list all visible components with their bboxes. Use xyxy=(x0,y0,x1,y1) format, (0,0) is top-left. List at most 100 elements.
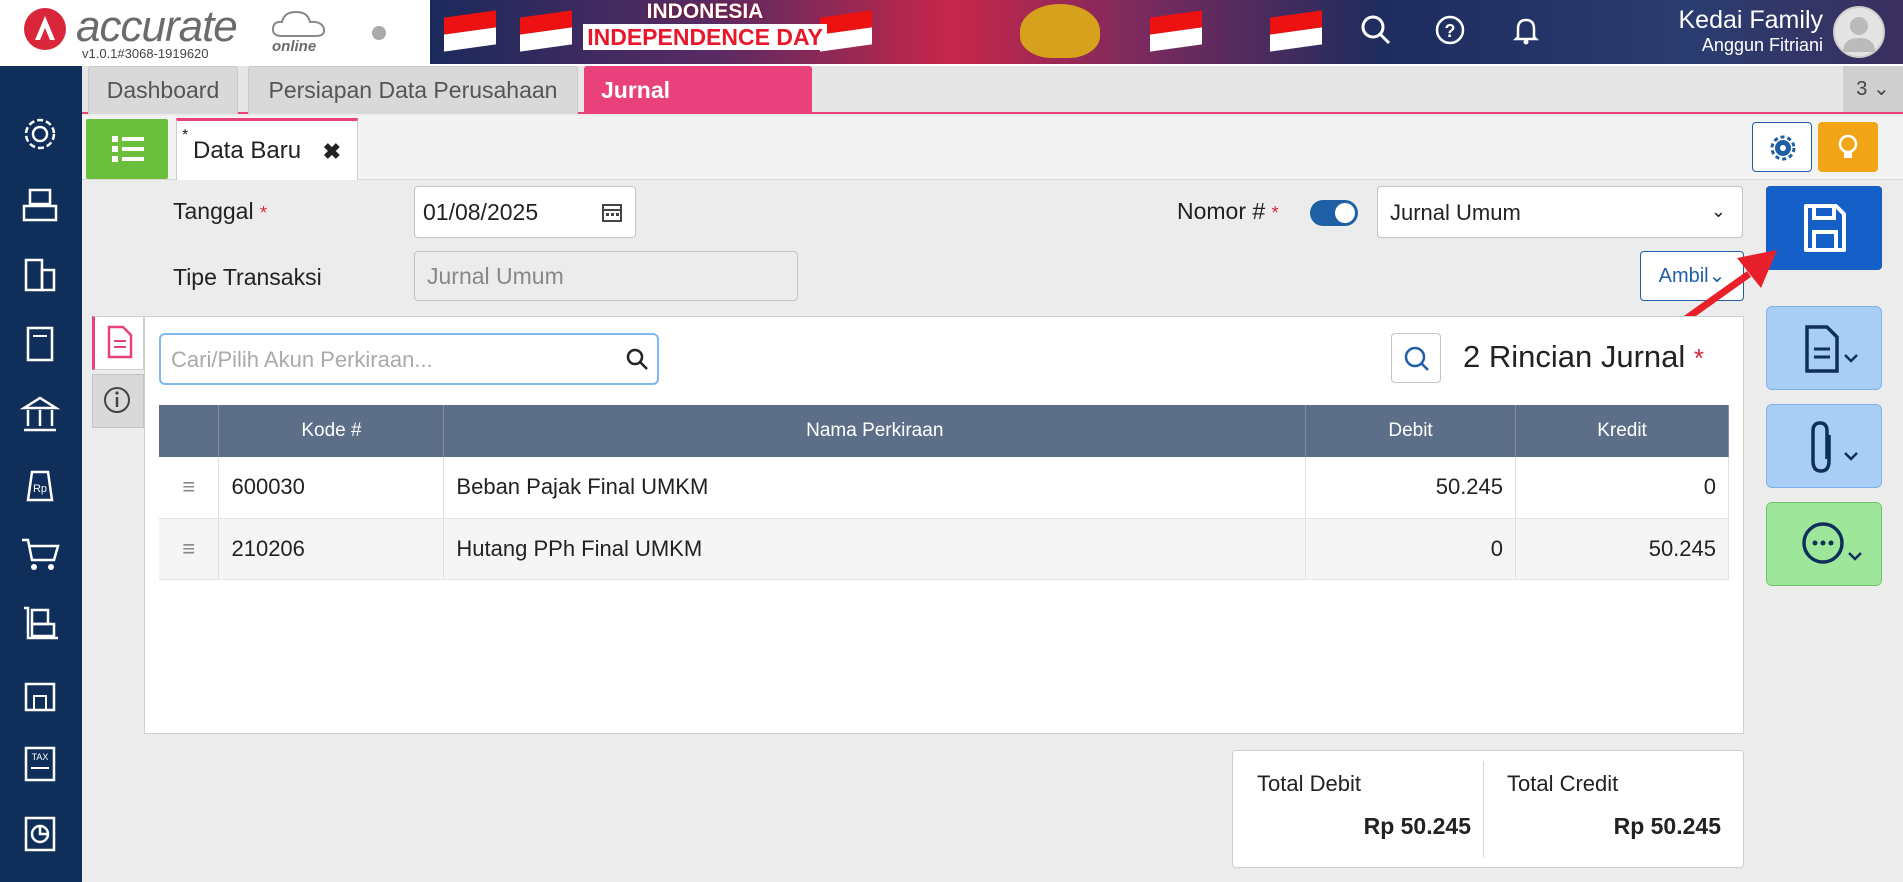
banner-line2: INDEPENDENCE DAY xyxy=(583,24,827,50)
tab-count: 3 xyxy=(1856,78,1868,100)
auto-number-toggle[interactable] xyxy=(1310,200,1358,226)
price-tag-icon[interactable]: Rp xyxy=(18,462,62,506)
search-placeholder: Cari/Pilih Akun Perkiraan... xyxy=(171,347,433,372)
cell-debit[interactable]: 0 xyxy=(1305,518,1517,580)
column-header-kode[interactable]: Kode # xyxy=(218,405,445,457)
independence-day-banner: INDONESIA INDEPENDENCE DAY xyxy=(430,0,1380,64)
document-list-icon xyxy=(107,325,133,359)
trolley-boxes-icon[interactable] xyxy=(18,602,62,646)
table-row[interactable]: ≡ 600030 Beban Pajak Final UMKM 50.245 0 xyxy=(159,457,1729,519)
cash-register-icon[interactable] xyxy=(18,182,62,226)
svg-text:?: ? xyxy=(1445,21,1456,41)
status-dot xyxy=(372,26,386,40)
ledger-book-icon[interactable] xyxy=(18,322,62,366)
tipe-transaksi-field: Jurnal Umum xyxy=(414,251,798,301)
cell-nama[interactable]: Beban Pajak Final UMKM xyxy=(443,457,1307,519)
tips-button[interactable] xyxy=(1818,122,1878,172)
cell-kredit[interactable]: 0 xyxy=(1515,457,1729,519)
total-debit-value: Rp 50.245 xyxy=(1363,813,1471,839)
subtab-label: Data Baru xyxy=(193,137,302,164)
notification-bell-icon[interactable] xyxy=(1506,12,1546,48)
flag-icon xyxy=(1270,10,1322,52)
flag-icon xyxy=(1150,10,1202,52)
total-credit: Total Credit Rp 50.245 xyxy=(1483,751,1733,869)
settings-gear-icon[interactable] xyxy=(18,112,62,156)
search-icon[interactable] xyxy=(1356,12,1396,48)
avatar[interactable] xyxy=(1833,6,1885,58)
cell-kode[interactable]: 210206 xyxy=(218,518,445,580)
logo-online-text: online xyxy=(272,38,317,55)
column-header-nama[interactable]: Nama Perkiraan xyxy=(443,405,1307,457)
tanggal-value: 01/08/2025 xyxy=(423,199,539,225)
flag-icon xyxy=(444,10,496,52)
logo-text: accurate xyxy=(76,2,238,51)
gear-icon xyxy=(1770,135,1796,161)
bank-icon[interactable] xyxy=(18,392,62,436)
drag-handle-icon[interactable]: ≡ xyxy=(159,457,220,519)
close-icon[interactable]: ✖ xyxy=(323,139,341,165)
chevron-down-icon: ⌄ xyxy=(1872,78,1890,100)
column-header-debit[interactable]: Debit xyxy=(1305,405,1517,457)
tab-data-baru[interactable]: * Data Baru ✖ xyxy=(176,118,358,180)
tab-label: Persiapan Data Perusahaan xyxy=(268,77,558,103)
open-tabs-dropdown[interactable]: 3 ⌄ xyxy=(1843,66,1903,112)
attachment-button[interactable] xyxy=(1766,404,1882,488)
search-icon[interactable] xyxy=(625,347,649,371)
table-header-row: Kode # Nama Perkiraan Debit Kredit xyxy=(159,405,1729,457)
help-icon[interactable]: ? xyxy=(1430,12,1470,48)
total-credit-label: Total Credit xyxy=(1507,771,1619,796)
more-actions-button[interactable] xyxy=(1766,502,1882,586)
nomor-value: Jurnal Umum xyxy=(1390,200,1521,225)
tab-label: Dashboard xyxy=(106,77,220,103)
flag-icon xyxy=(520,10,572,52)
journal-detail-panel: Cari/Pilih Akun Perkiraan... 2 Rincian J… xyxy=(144,316,1744,734)
info-tab[interactable] xyxy=(92,374,144,428)
list-view-button[interactable] xyxy=(86,119,168,179)
detail-tab[interactable] xyxy=(92,316,144,370)
tab-jurnal-umum[interactable]: Jurnal Umum✖ xyxy=(584,66,812,150)
total-debit: Total Debit Rp 50.245 xyxy=(1233,751,1483,869)
cell-kredit[interactable]: 50.245 xyxy=(1515,518,1729,580)
journal-table: Kode # Nama Perkiraan Debit Kredit ≡ 600… xyxy=(159,405,1729,580)
building-icon[interactable] xyxy=(18,252,62,296)
app-version: v1.0.1#3068-1919620 xyxy=(82,46,209,61)
paperclip-icon xyxy=(1811,421,1858,473)
total-credit-value: Rp 50.245 xyxy=(1613,813,1721,839)
column-header-kredit[interactable]: Kredit xyxy=(1515,405,1729,457)
detail-search-button[interactable] xyxy=(1391,333,1441,383)
totals-panel: Total Debit Rp 50.245 Total Credit Rp 50… xyxy=(1232,750,1744,868)
svg-text:TAX: TAX xyxy=(32,752,49,762)
list-icon xyxy=(112,136,144,162)
banner-title: INDONESIA INDEPENDENCE DAY xyxy=(580,0,830,50)
left-sidebar: Rp TAX xyxy=(0,66,82,882)
lightbulb-icon xyxy=(1838,134,1858,158)
tab-dashboard[interactable]: Dashboard xyxy=(88,66,238,114)
tax-document-icon[interactable]: TAX xyxy=(18,742,62,786)
warehouse-icon[interactable] xyxy=(18,672,62,716)
nomor-select[interactable]: Jurnal Umum ⌄ xyxy=(1377,186,1743,238)
search-icon xyxy=(1404,346,1429,371)
cell-nama[interactable]: Hutang PPh Final UMKM xyxy=(443,518,1307,580)
unsaved-marker: * xyxy=(182,127,189,144)
company-name: Kedai Family xyxy=(1678,6,1824,34)
drag-handle-icon[interactable]: ≡ xyxy=(159,518,220,580)
app-logo[interactable]: accurate online v1.0.1#3068-1919620 xyxy=(24,2,386,62)
cell-kode[interactable]: 600030 xyxy=(218,457,445,519)
user-info[interactable]: Kedai Family Anggun Fitriani xyxy=(1679,6,1824,56)
calendar-icon[interactable] xyxy=(601,201,623,223)
cell-debit[interactable]: 50.245 xyxy=(1305,457,1517,519)
account-search-input[interactable]: Cari/Pilih Akun Perkiraan... xyxy=(159,333,659,385)
tipe-transaksi-label: Tipe Transaksi xyxy=(173,264,322,290)
svg-text:Rp: Rp xyxy=(33,483,47,495)
rincian-title: 2 Rincian Jurnal * xyxy=(1463,339,1705,374)
form-settings-button[interactable] xyxy=(1752,122,1812,172)
module-tabs: Dashboard Persiapan Data Perusahaan Jurn… xyxy=(82,66,1903,150)
table-row[interactable]: ≡ 210206 Hutang PPh Final UMKM 0 50.245 xyxy=(159,518,1729,580)
info-icon xyxy=(104,387,130,413)
shopping-cart-icon[interactable] xyxy=(18,532,62,576)
more-dots-icon xyxy=(1802,522,1862,564)
report-chart-icon[interactable] xyxy=(18,812,62,856)
garuda-emblem-icon xyxy=(1020,4,1100,58)
tanggal-date-input[interactable]: 01/08/2025 xyxy=(414,186,636,238)
tab-persiapan-data-perusahaan[interactable]: Persiapan Data Perusahaan xyxy=(248,66,578,114)
